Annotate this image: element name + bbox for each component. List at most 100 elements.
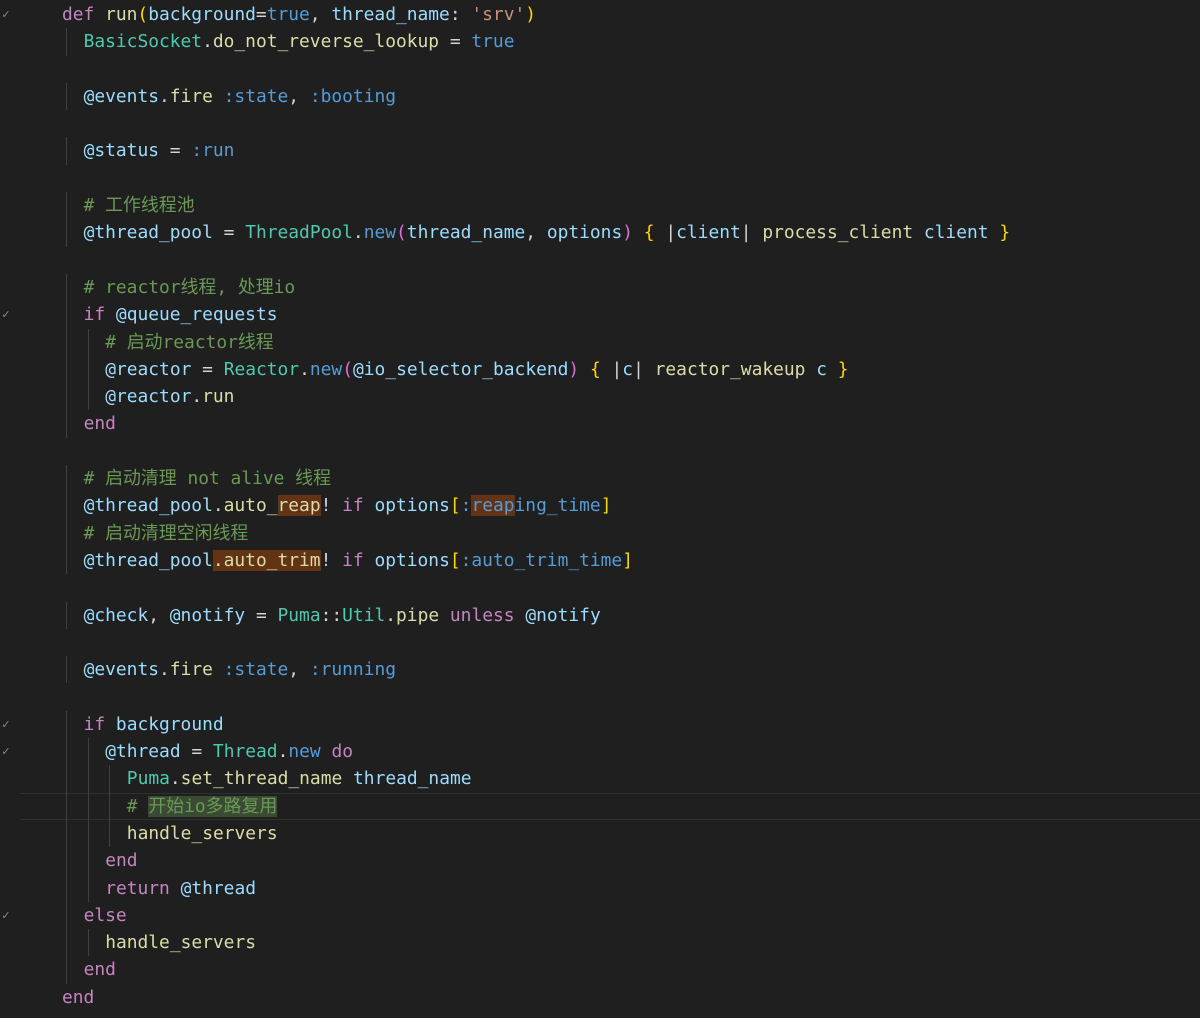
code-line[interactable]: @check, @notify = Puma::Util.pipe unless… <box>0 601 1200 629</box>
code-line[interactable] <box>0 438 1200 465</box>
token-operator <box>213 659 224 680</box>
code-line[interactable]: @thread = Thread.new do <box>0 738 1200 766</box>
indent-guide <box>87 765 89 793</box>
code-line[interactable]: # 工作线程池 <box>0 192 1200 220</box>
code-line[interactable]: end <box>0 984 1200 1011</box>
code-line[interactable]: return @thread <box>0 874 1200 902</box>
code-line[interactable] <box>0 247 1200 274</box>
code-line[interactable]: @status = :run <box>0 137 1200 165</box>
indent-guide <box>66 956 67 984</box>
token-operator: = <box>191 358 224 380</box>
token-operator <box>805 359 816 380</box>
code-editor[interactable]: ✓ ✓ ✓ ✓ ✓ def run(background=true, thread_na… <box>0 0 1200 1018</box>
code-line[interactable]: # 启动清理空闲线程 <box>0 519 1200 547</box>
token-operator: = <box>439 31 472 53</box>
code-line[interactable] <box>0 629 1200 656</box>
code-line[interactable] <box>0 165 1200 192</box>
token-operator: , <box>309 4 332 25</box>
indent-guide <box>87 874 89 902</box>
code-line[interactable]: @reactor = Reactor.new(@io_selector_back… <box>0 355 1200 384</box>
token-string-literal: 'srv' <box>471 4 526 25</box>
indent-guide <box>66 546 67 575</box>
token-operator: :: <box>320 604 343 626</box>
token-instance-variable: @thread <box>105 741 181 763</box>
code-line[interactable]: @thread_pool = ThreadPool.new(thread_nam… <box>0 219 1200 247</box>
token-operator: | <box>600 358 623 380</box>
code-line[interactable]: Puma.set_thread_name thread_name <box>0 765 1200 793</box>
token-method-name: set_thread_name <box>180 768 343 790</box>
token-keyword: if <box>342 549 375 571</box>
token-symbol: reap <box>471 495 515 517</box>
code-line-current[interactable]: # 开始io多路复用 <box>20 792 1200 820</box>
token-method-name: fire <box>169 659 213 681</box>
token-method-name: pipe <box>396 604 440 626</box>
indent-guide <box>87 929 89 957</box>
code-line[interactable]: # reactor线程, 处理io <box>0 273 1200 302</box>
code-line[interactable]: end <box>0 956 1200 984</box>
token-variable: client <box>676 222 741 244</box>
token-operator: | <box>654 222 677 244</box>
token-variable: background <box>115 713 224 735</box>
token-variable: c <box>622 358 634 380</box>
code-line[interactable]: @events.fire :state, :booting <box>0 82 1200 111</box>
indent-guide <box>66 355 67 384</box>
indent-guide <box>66 383 67 411</box>
code-line[interactable]: BasicSocket.do_not_reverse_lookup = true <box>0 28 1200 56</box>
code-area[interactable]: def run(background=true, thread_name: 's… <box>0 1 1200 1011</box>
code-line[interactable] <box>0 110 1200 137</box>
code-line[interactable]: # 启动reactor线程 <box>0 328 1200 356</box>
code-line[interactable] <box>0 56 1200 83</box>
token-paren: ) <box>622 222 634 244</box>
code-line[interactable]: # 启动清理 not alive 线程 <box>0 465 1200 493</box>
token-operator: . <box>202 31 213 53</box>
indent-guide <box>66 656 67 684</box>
indent-guide <box>66 929 67 957</box>
indent-guide <box>87 847 89 875</box>
token-variable: options <box>374 549 450 571</box>
code-line[interactable]: end <box>0 410 1200 438</box>
token-operator: , <box>148 604 170 626</box>
code-line[interactable]: handle_servers <box>0 819 1200 848</box>
token-class-name: Thread <box>212 741 278 763</box>
token-keyword: end <box>83 413 116 435</box>
token-symbol: ing_time <box>514 495 601 517</box>
code-line[interactable]: else <box>0 901 1200 930</box>
token-keyword: do <box>331 741 353 763</box>
token-keyword: return <box>105 877 181 899</box>
token-operator: = <box>245 604 278 626</box>
code-line[interactable]: @events.fire :state, :running <box>0 656 1200 684</box>
token-operator: ! <box>320 549 343 571</box>
token-variable: client <box>923 222 989 244</box>
token-literal: true <box>266 4 310 25</box>
code-line[interactable]: @thread_pool.auto_reap! if options[:reap… <box>0 492 1200 520</box>
code-line[interactable]: handle_servers <box>0 929 1200 957</box>
token-keyword: def <box>62 4 106 25</box>
token-comment: # 工作线程池 <box>83 195 195 217</box>
token-operator: . <box>159 85 170 107</box>
token-paren: ( <box>396 222 407 244</box>
token-operator: , <box>525 222 547 244</box>
code-line[interactable]: @thread_pool.auto_trim! if options[:auto… <box>0 546 1200 575</box>
token-operator <box>989 222 1000 243</box>
token-instance-variable: @status <box>83 140 159 162</box>
code-line[interactable]: end <box>0 847 1200 875</box>
indent-guide <box>66 874 67 902</box>
indent-guide <box>66 492 67 520</box>
code-line[interactable] <box>0 574 1200 601</box>
token-operator <box>439 605 450 626</box>
code-line[interactable]: if @queue_requests <box>0 301 1200 329</box>
token-paren: ) <box>568 358 580 380</box>
token-comment: # 启动reactor线程 <box>105 331 274 353</box>
token-operator <box>633 222 644 243</box>
code-line[interactable]: def run(background=true, thread_name: 's… <box>0 1 1200 28</box>
code-line[interactable]: @reactor.run <box>0 383 1200 411</box>
token-comment: 开始io多路复用 <box>148 795 278 817</box>
token-comment: # reactor线程, 处理io <box>83 276 296 298</box>
token-operator: , <box>288 659 310 681</box>
code-line[interactable] <box>0 683 1200 710</box>
token-operator: . <box>352 222 364 244</box>
token-instance-variable: @events <box>83 659 159 681</box>
token-bracket: { <box>589 358 601 380</box>
code-line[interactable]: if background <box>0 710 1200 739</box>
token-instance-variable: @check <box>83 604 149 626</box>
